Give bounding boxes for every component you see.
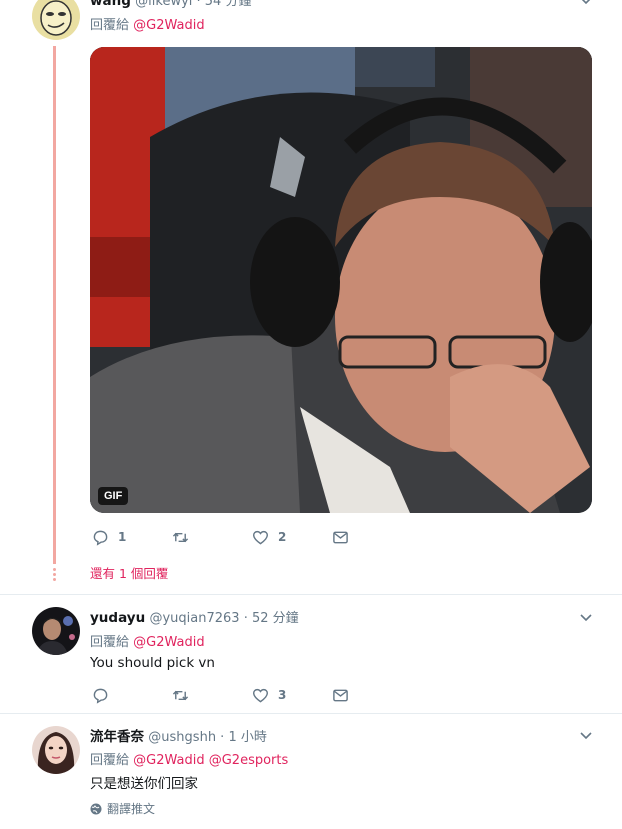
reply-count: 1 [118, 530, 127, 544]
tweet-1[interactable]: wang @likewyi · 54 分鐘 回覆給 @G2Wadid GIF 1… [0, 0, 622, 592]
envelope-icon [333, 689, 348, 701]
tweet-actions: 1 2 [90, 527, 390, 547]
tweet-3[interactable]: 流年香奈 @ushgshh · 1 小時 回覆給 @G2Wadid @G2esp… [0, 714, 622, 829]
like-button[interactable]: 2 [252, 527, 286, 547]
reply-button[interactable]: 1 [92, 527, 126, 547]
handle-and-time[interactable]: @ushgshh · 1 小時 [148, 730, 267, 745]
like-button[interactable]: 3 [252, 685, 286, 705]
avatar-image [32, 0, 80, 40]
thread-dot [53, 573, 56, 576]
thread-dot [53, 578, 56, 581]
avatar-image [32, 726, 80, 774]
direct-message-button[interactable] [332, 527, 349, 547]
like-count: 3 [278, 688, 287, 702]
reply-label: 回覆給 [90, 635, 130, 650]
avatar[interactable] [32, 726, 80, 774]
chevron-down-icon[interactable] [578, 609, 594, 625]
retweet-button[interactable] [172, 527, 198, 547]
tweet-text: You should pick vn [90, 655, 215, 671]
envelope-icon [333, 531, 348, 543]
heart-icon [252, 688, 269, 703]
tweet-header: wang @likewyi · 54 分鐘 [90, 0, 251, 9]
like-count: 2 [278, 530, 287, 544]
heart-icon [252, 530, 269, 545]
handle-and-time[interactable]: @likewyi · 54 分鐘 [135, 0, 251, 9]
translate-tweet-link[interactable]: 翻譯推文 [90, 800, 155, 817]
retweet-icon [172, 532, 189, 542]
mention-link[interactable]: @G2Wadid [133, 635, 204, 650]
tweet-2[interactable]: yudayu @yuqian7263 · 52 分鐘 回覆給 @G2Wadid … [0, 595, 622, 713]
retweet-button[interactable] [172, 685, 198, 705]
mention-link[interactable]: @G2Wadid @G2esports [133, 753, 288, 768]
avatar-image [32, 607, 80, 655]
reply-icon [93, 688, 108, 704]
reply-icon [93, 530, 108, 546]
handle-and-time[interactable]: @yuqian7263 · 52 分鐘 [149, 611, 298, 626]
reply-context: 回覆給 @G2Wadid @G2esports [90, 749, 288, 768]
display-name[interactable]: wang [90, 0, 131, 9]
tweet-actions: 3 [90, 685, 390, 705]
display-name[interactable]: yudayu [90, 610, 145, 626]
direct-message-button[interactable] [332, 685, 349, 705]
globe-icon [90, 803, 102, 814]
reply-label: 回覆給 [90, 18, 130, 33]
reply-button[interactable] [92, 685, 118, 705]
tweet-text: 只是想送你们回家 [90, 776, 198, 792]
avatar[interactable] [32, 0, 80, 40]
more-replies-link[interactable]: 還有 1 個回覆 [90, 563, 168, 582]
chevron-down-icon[interactable] [578, 0, 594, 8]
reply-context: 回覆給 @G2Wadid [90, 14, 205, 33]
gif-frame-image [90, 47, 592, 513]
gif-media[interactable]: GIF [90, 47, 592, 513]
thread-dot [53, 568, 56, 571]
thread-connector-line [53, 46, 56, 564]
tweet-header: 流年香奈 @ushgshh · 1 小時 [90, 725, 267, 745]
avatar[interactable] [32, 607, 80, 655]
tweet-header: yudayu @yuqian7263 · 52 分鐘 [90, 607, 299, 626]
display-name[interactable]: 流年香奈 [90, 729, 144, 745]
reply-label: 回覆給 [90, 753, 130, 768]
mention-link[interactable]: @G2Wadid [133, 18, 204, 33]
gif-badge: GIF [98, 487, 129, 505]
translate-label[interactable]: 翻譯推文 [107, 800, 155, 817]
reply-context: 回覆給 @G2Wadid [90, 631, 205, 650]
chevron-down-icon[interactable] [578, 727, 594, 743]
retweet-icon [172, 690, 189, 700]
